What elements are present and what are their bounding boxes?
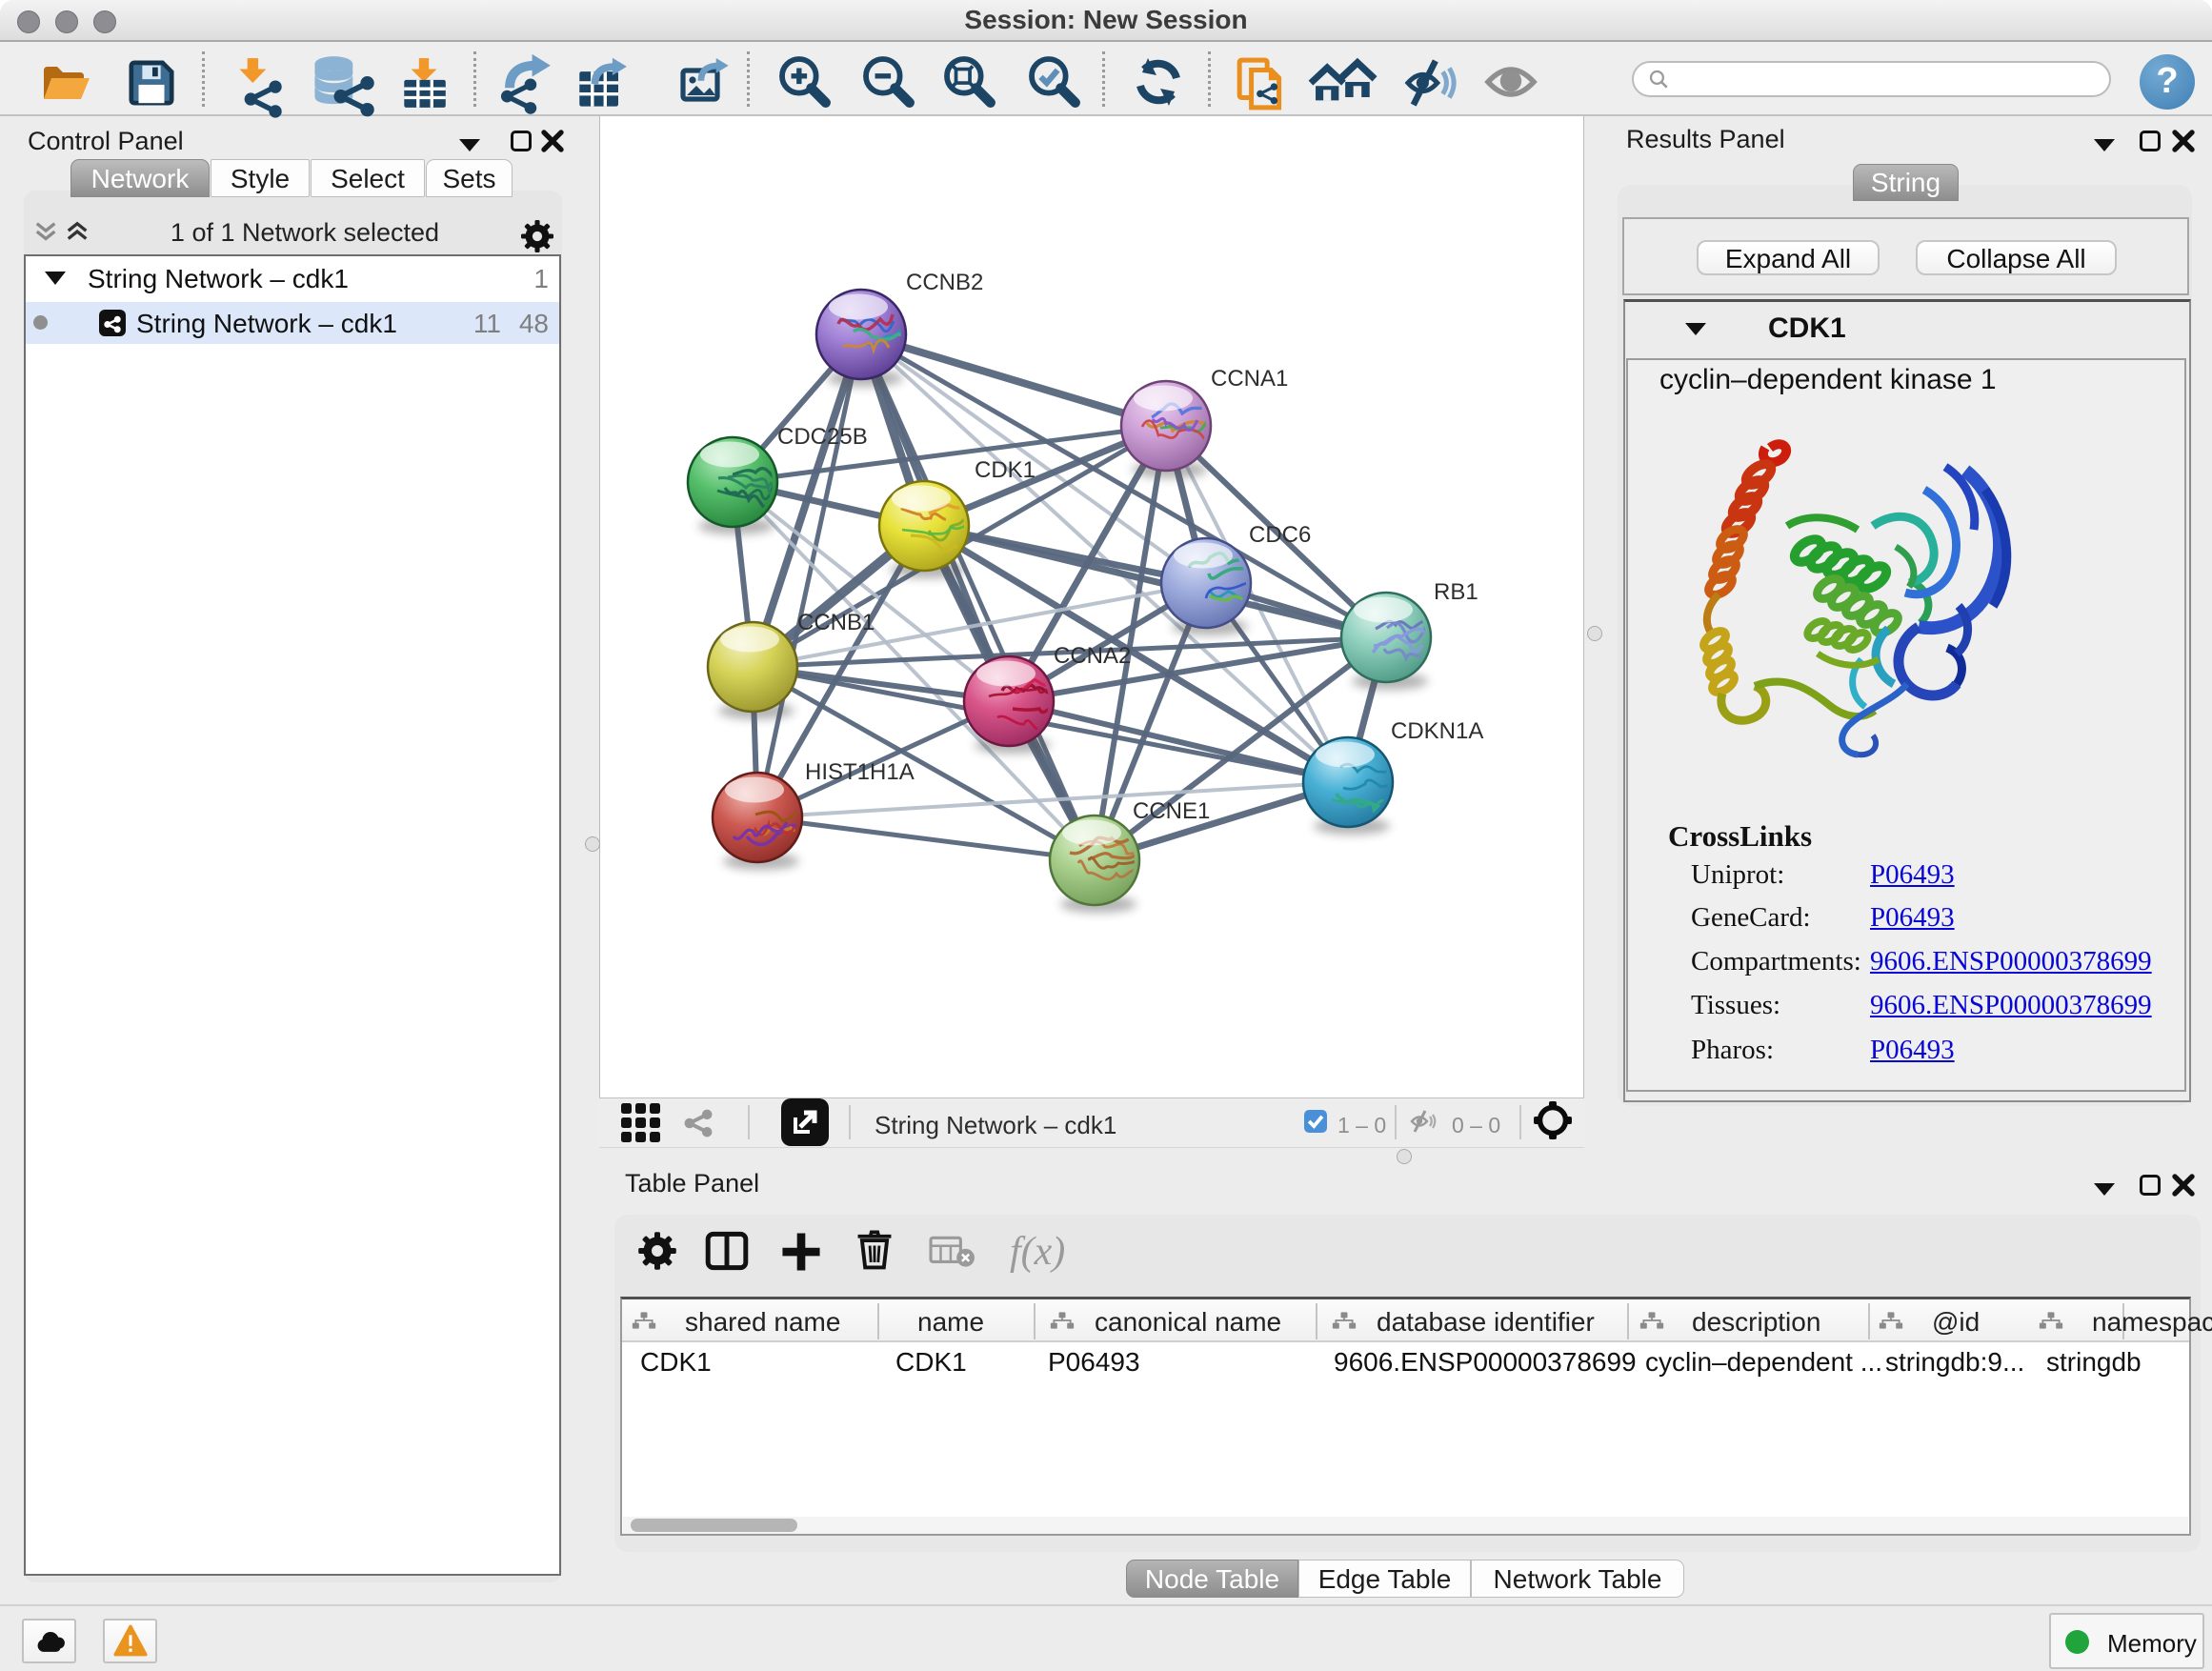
svg-text:CCNB2: CCNB2 — [906, 270, 983, 295]
svg-text:CCNB1: CCNB1 — [797, 610, 875, 635]
svg-text:CCNE1: CCNE1 — [1133, 798, 1210, 824]
svg-text:CDKN1A: CDKN1A — [1391, 718, 1483, 744]
svg-text:CCNA2: CCNA2 — [1054, 643, 1131, 669]
svg-text:HIST1H1A: HIST1H1A — [805, 759, 915, 785]
svg-text:CDC6: CDC6 — [1249, 522, 1311, 548]
svg-text:CDC25B: CDC25B — [777, 424, 868, 450]
svg-text:CCNA1: CCNA1 — [1211, 366, 1288, 392]
svg-text:CDK1: CDK1 — [975, 457, 1036, 483]
svg-text:RB1: RB1 — [1434, 579, 1478, 605]
